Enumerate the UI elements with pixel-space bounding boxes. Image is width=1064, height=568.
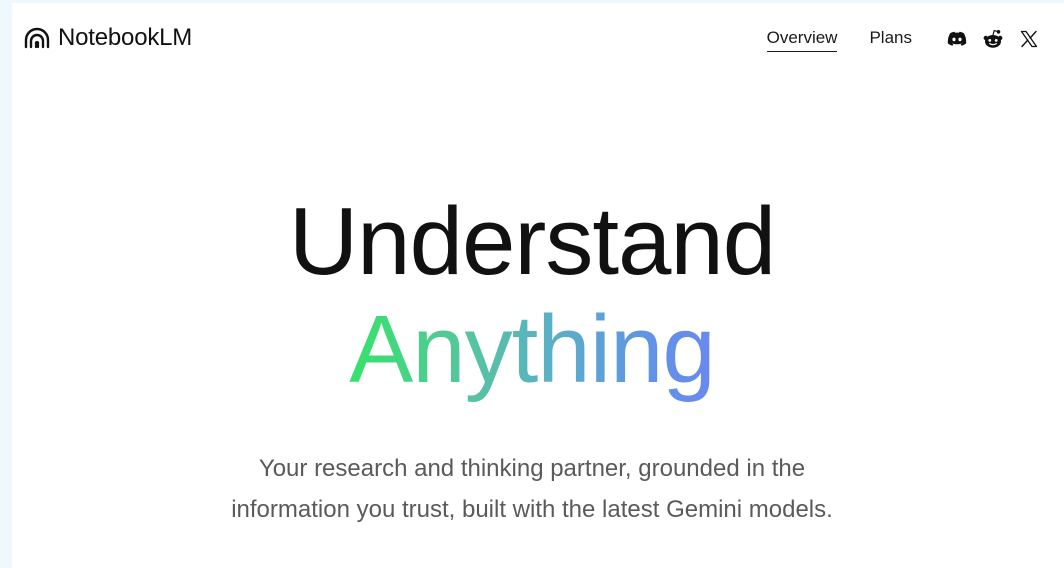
notebooklm-logo-icon [24, 27, 50, 49]
hero-heading: Understand Anything [0, 188, 1064, 404]
nav-plans[interactable]: Plans [869, 27, 912, 51]
x-icon[interactable] [1018, 28, 1040, 50]
hero-subtitle-line2: information you trust, built with the la… [231, 496, 833, 523]
top-nav: Overview Plans [766, 26, 1040, 52]
social-links [946, 28, 1040, 50]
nav-overview[interactable]: Overview [766, 27, 838, 52]
brand-home-link[interactable]: NotebookLM [24, 22, 192, 54]
discord-icon[interactable] [946, 28, 968, 50]
top-edge-strip [0, 0, 1064, 3]
reddit-icon[interactable] [982, 28, 1004, 50]
landing-page: NotebookLM Overview Plans Understand Any… [0, 0, 1064, 568]
brand-name: NotebookLM [58, 24, 193, 51]
hero-title-line2: Anything [349, 296, 716, 403]
hero-title-line1: Understand [288, 188, 776, 295]
hero-subtitle-line1: Your research and thinking partner, grou… [258, 455, 806, 482]
hero-subtitle: Your research and thinking partner, grou… [0, 448, 1064, 530]
